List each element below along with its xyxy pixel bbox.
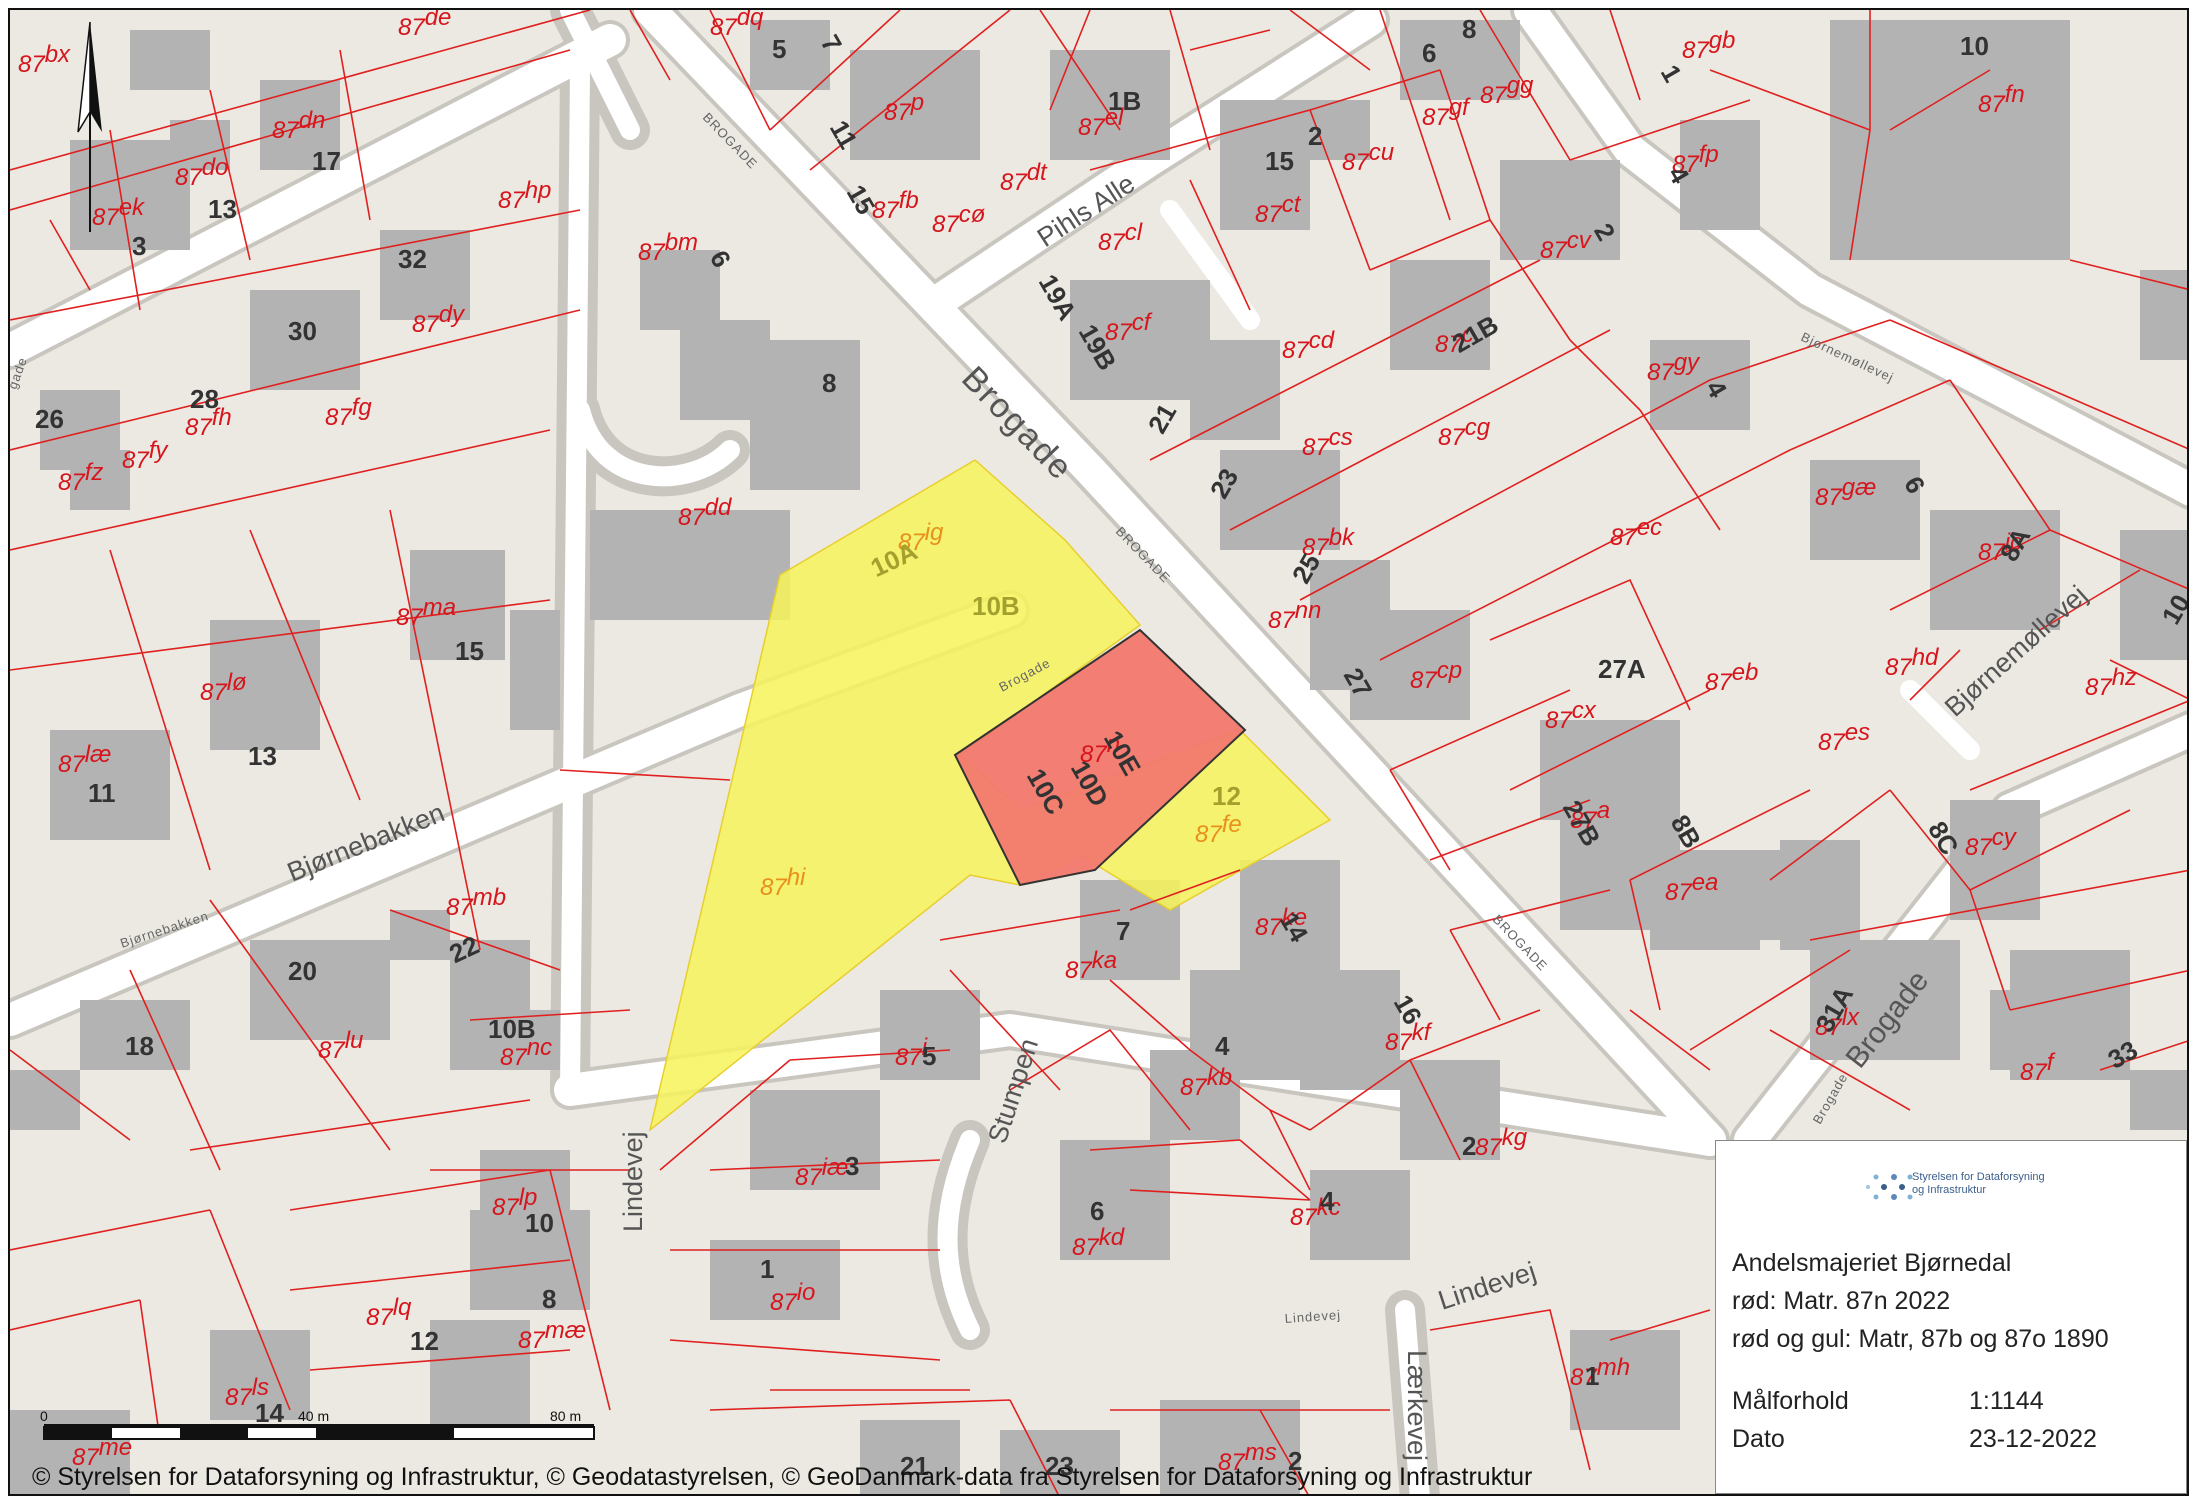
scale-bar: 0 40 m 80 m — [36, 1403, 596, 1447]
house-number: 8 — [822, 368, 836, 398]
legend-red-yellow: rød og gul: Matr, 87b og 87o 1890 — [1732, 1325, 2109, 1353]
house-number: 15 — [455, 636, 484, 666]
house-number: 2 — [1308, 121, 1322, 151]
plot-label: 87de — [398, 10, 451, 41]
scale-label: 80 m — [550, 1408, 581, 1424]
house-number: 20 — [288, 956, 317, 986]
plot-label: 87cø — [932, 201, 986, 238]
house-number: 4 — [1320, 1186, 1335, 1216]
house-number: 1 — [760, 1254, 774, 1284]
plot-label: 87es — [1818, 719, 1870, 756]
house-number: 27A — [1598, 654, 1646, 684]
house-number: 12 — [1212, 781, 1241, 811]
house-number: 15 — [1265, 146, 1294, 176]
date-label: Dato — [1732, 1425, 1785, 1453]
street-name: Lindevej — [1284, 1307, 1341, 1326]
street-name: Lindevej — [1435, 1256, 1540, 1316]
house-number: 10 — [1960, 31, 1989, 61]
north-arrow-icon — [77, 22, 102, 232]
legend-red: rød: Matr. 87n 2022 — [1732, 1287, 1951, 1315]
house-number: 5 — [922, 1041, 936, 1071]
house-number: 28 — [190, 384, 219, 414]
plot-label: 87fy — [122, 437, 169, 474]
plot-label: 87lq — [366, 1294, 412, 1331]
plot-label: 87hd — [1885, 644, 1939, 681]
copyright-text: © Styrelsen for Dataforsyning og Infrast… — [32, 1463, 1533, 1491]
plot-label: 87fg — [325, 394, 372, 431]
legend-box: Styrelsen for Dataforsyning og Infrastru… — [1715, 1140, 2187, 1494]
house-number: 5 — [772, 34, 786, 64]
plot-label: 87cl — [1098, 219, 1143, 256]
house-number: 13 — [208, 194, 237, 224]
house-number: 32 — [398, 244, 427, 274]
plot-label: 87hz — [2085, 664, 2137, 701]
plot-label: 87ec — [1610, 514, 1662, 551]
plot-label: 87eb — [1705, 659, 1758, 696]
scale-label: 0 — [40, 1408, 48, 1424]
scale-label: 40 m — [298, 1408, 329, 1424]
house-number: 6 — [704, 245, 737, 273]
street-name: Lærkevej — [1402, 1350, 1432, 1461]
street-name: Lindevej — [618, 1131, 648, 1232]
house-number: 11 — [88, 778, 116, 808]
house-number: 3 — [845, 1151, 859, 1181]
house-number: 8 — [542, 1284, 556, 1314]
date-value: 23-12-2022 — [1969, 1425, 2097, 1453]
house-number: 10 — [525, 1208, 554, 1238]
plot-label: 87cs — [1302, 424, 1353, 461]
house-number: 1B — [1108, 86, 1141, 116]
house-number: 4 — [1215, 1031, 1230, 1061]
plot-label: 87bx — [18, 41, 71, 78]
house-number: 17 — [312, 146, 341, 176]
house-number: 6 — [1090, 1196, 1104, 1226]
house-number: 2 — [1462, 1131, 1476, 1161]
house-number: 13 — [248, 741, 277, 771]
scale-ratio-label: Målforhold — [1732, 1387, 1849, 1415]
house-number: 8 — [1462, 14, 1476, 44]
house-number: 30 — [288, 316, 317, 346]
plot-label: 87mb — [446, 884, 506, 921]
legend-title: Andelsmajeriet Bjørnedal — [1732, 1249, 2012, 1277]
plot-label: 87cg — [1438, 414, 1491, 451]
plot-label: 87hp — [498, 177, 551, 214]
plot-label: 87gb — [1682, 27, 1735, 64]
house-number: 10B — [488, 1014, 536, 1044]
plot-label: 87cd — [1282, 327, 1335, 364]
house-number: 10B — [972, 591, 1020, 621]
house-number: 6 — [1422, 38, 1436, 68]
street-name: gade — [10, 355, 30, 391]
house-number: 12 — [410, 1326, 439, 1356]
house-number: 7 — [1116, 916, 1130, 946]
house-number: 3 — [132, 231, 146, 261]
house-number: 21 — [1142, 398, 1182, 438]
house-number: 18 — [125, 1031, 154, 1061]
agency-name: Styrelsen for Dataforsyning og Infrastru… — [1912, 1171, 2045, 1196]
house-number: 1 — [1655, 60, 1688, 88]
house-number: 1 — [1585, 1361, 1599, 1391]
plot-label: 87dt — [1000, 159, 1048, 196]
house-number: 26 — [35, 404, 64, 434]
scale-ratio-value: 1:1144 — [1969, 1387, 2044, 1415]
